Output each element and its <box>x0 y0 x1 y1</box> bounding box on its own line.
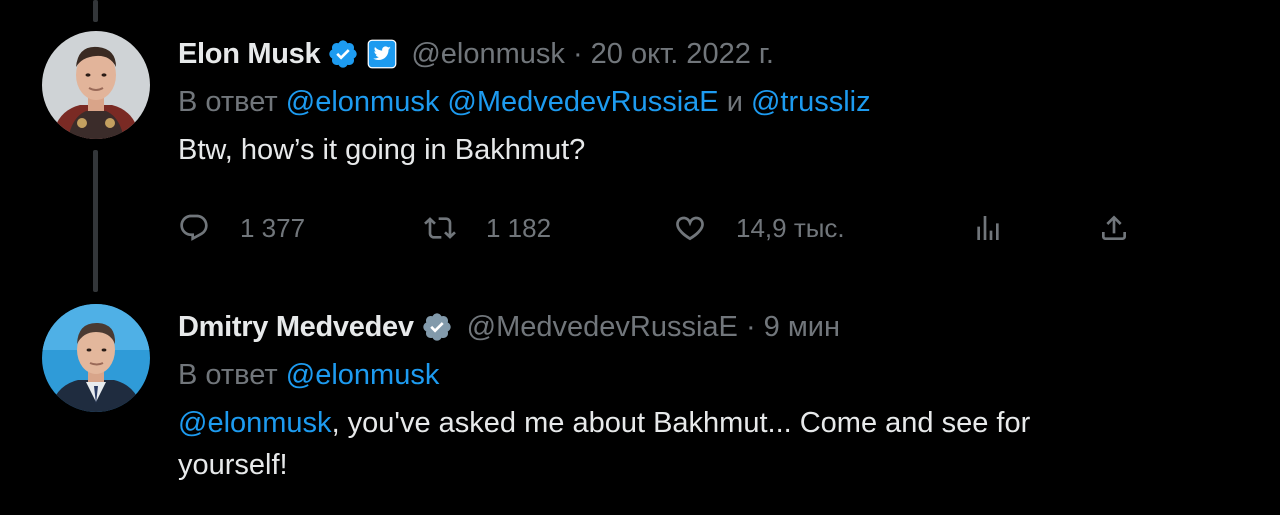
author-name[interactable]: Elon Musk <box>178 38 321 71</box>
share-icon <box>1102 215 1126 240</box>
replying-to: В ответ @elonmusk <box>178 359 1240 392</box>
tweet-header: Elon Musk @elonmusk · 20 окт. 2022 г. <box>178 34 1240 74</box>
retweet-count: 1 182 <box>486 212 552 243</box>
tweet-text-line-2: yourself! <box>178 449 288 481</box>
replying-to: В ответ @elonmusk @MedvedevRussiaE и @tr… <box>178 86 1240 119</box>
twitter-bird-badge-icon[interactable] <box>367 39 397 69</box>
tweet-header: Dmitry Medvedev @MedvedevRussiaE · 9 мин <box>178 307 1240 347</box>
like-button[interactable]: 14,9 тыс. <box>674 212 845 244</box>
reply-mention-elonmusk[interactable]: @elonmusk <box>286 86 440 118</box>
gray-verified-badge-icon[interactable] <box>421 311 453 343</box>
reply-mention-elonmusk[interactable]: @elonmusk <box>286 359 440 391</box>
heart-icon <box>676 216 704 241</box>
reply-count: 1 377 <box>240 212 306 243</box>
reply-icon <box>180 214 208 241</box>
thread-connector <box>93 150 98 292</box>
tweet-text: @elonmusk, you've asked me about Bakhmut… <box>178 402 1240 486</box>
retweet-button[interactable]: 1 182 <box>424 212 551 244</box>
author-handle[interactable]: @elonmusk <box>411 38 565 70</box>
share-button[interactable] <box>1098 212 1130 244</box>
separator-dot: · <box>564 37 591 70</box>
text-mention-elonmusk[interactable]: @elonmusk <box>178 407 332 439</box>
tweet-text-line-1: , you've asked me about Bakhmut... Come … <box>331 407 1031 439</box>
tweet-text: Btw, how’s it going in Bakhmut? <box>178 134 586 166</box>
reply-mention-medvedev[interactable]: @MedvedevRussiaE <box>447 86 718 118</box>
tweet-elon-musk[interactable]: Elon Musk @elonmusk · 20 окт. 2022 г. В … <box>178 34 1240 243</box>
handle-and-time: @elonmusk · 20 окт. 2022 г. <box>411 38 774 71</box>
reply-mention-trussliz[interactable]: @trussliz <box>751 86 871 118</box>
reply-button[interactable]: 1 377 <box>178 212 305 244</box>
handle-and-time: @MedvedevRussiaE · 9 мин <box>467 311 840 344</box>
analytics-button[interactable] <box>972 212 1004 244</box>
verified-badge-icon[interactable] <box>327 38 359 70</box>
tweet-actions: 1 377 1 182 14,9 тыс. <box>178 212 1168 252</box>
avatar-elon-musk[interactable] <box>42 31 150 139</box>
retweet-icon <box>424 217 456 239</box>
like-count: 14,9 тыс. <box>736 212 845 243</box>
replying-prefix: В ответ <box>178 86 278 118</box>
avatar-dmitry-medvedev[interactable] <box>42 304 150 412</box>
author-handle[interactable]: @MedvedevRussiaE <box>467 311 738 343</box>
tweet-dmitry-medvedev[interactable]: Dmitry Medvedev @MedvedevRussiaE · 9 мин… <box>178 307 1240 486</box>
separator-dot: · <box>737 310 764 343</box>
tweet-timestamp[interactable]: 20 окт. 2022 г. <box>591 38 774 70</box>
analytics-icon <box>977 216 999 240</box>
author-name[interactable]: Dmitry Medvedev <box>178 311 414 344</box>
replying-conjunction: и <box>726 86 743 118</box>
replying-prefix: В ответ <box>178 359 278 391</box>
thread-connector-top <box>93 0 98 22</box>
tweet-timestamp[interactable]: 9 мин <box>764 311 840 343</box>
